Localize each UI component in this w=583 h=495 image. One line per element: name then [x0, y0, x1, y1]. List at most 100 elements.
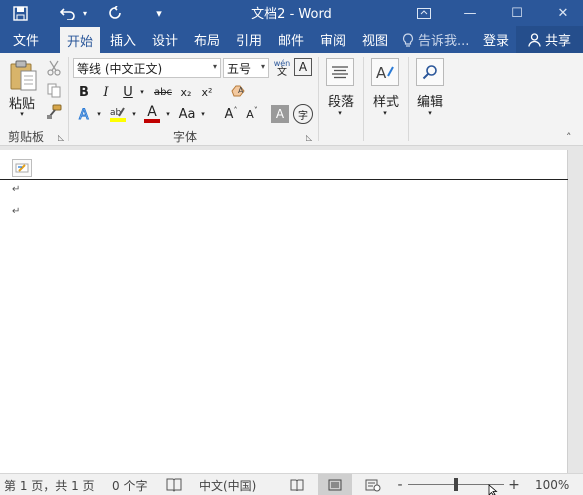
svg-text:A: A — [376, 64, 387, 81]
tab-insert[interactable]: 插入 — [104, 26, 142, 53]
minimize-button[interactable]: — — [450, 0, 490, 26]
editing-button[interactable] — [416, 58, 444, 86]
format-painter-icon[interactable] — [45, 103, 63, 121]
shrink-font-letter: A — [246, 107, 254, 121]
print-layout-icon[interactable] — [318, 474, 352, 495]
text-effects-icon[interactable]: A — [76, 103, 94, 125]
underline-button[interactable]: U — [120, 82, 136, 102]
tab-home[interactable]: 开始 — [60, 26, 100, 53]
tab-mailings[interactable]: 邮件 — [272, 26, 310, 53]
paragraph-mark: ↵ — [12, 184, 21, 195]
text-effects-dropdown-icon[interactable]: ▾ — [94, 103, 104, 125]
word-count[interactable]: 0 个字 — [112, 474, 147, 495]
enclose-characters-button[interactable]: 字 — [293, 104, 313, 124]
styles-button[interactable]: A — [371, 58, 399, 86]
tab-view[interactable]: 视图 — [356, 26, 394, 53]
tab-references[interactable]: 引用 — [230, 26, 268, 53]
format-icon[interactable] — [12, 159, 32, 177]
lightbulb-icon — [402, 32, 414, 47]
editing-dropdown-icon[interactable]: ▾ — [425, 108, 435, 118]
collapse-ribbon-icon[interactable]: ˄ — [566, 131, 572, 144]
group-separator — [363, 57, 364, 141]
tab-layout[interactable]: 布局 — [188, 26, 226, 53]
change-case-dropdown-icon[interactable]: ▾ — [198, 103, 208, 125]
clipboard-group-label: 剪贴板 — [7, 130, 44, 144]
subscript-button[interactable]: x₂ — [177, 82, 195, 102]
tab-file[interactable]: 文件 — [4, 26, 48, 53]
tell-me-box[interactable]: 告诉我... — [402, 26, 469, 53]
tell-me-label: 告诉我... — [418, 34, 470, 49]
italic-button[interactable]: I — [98, 82, 114, 102]
zoom-in-button[interactable]: + — [508, 474, 520, 495]
close-button[interactable]: ✕ — [543, 0, 583, 26]
styles-icon: A — [376, 64, 394, 81]
paragraph-button[interactable] — [326, 58, 354, 86]
status-bar: 第 1 页，共 1 页 0 个字 中文(中国) - + 100% — [0, 473, 583, 495]
group-separator — [318, 57, 319, 141]
character-shading-button[interactable]: A — [271, 105, 289, 123]
font-name-combo[interactable]: 等线 (中文正文) ▾ — [73, 58, 221, 78]
tab-design[interactable]: 设计 — [146, 26, 184, 53]
document-page[interactable]: ↵ ↵ — [0, 150, 568, 473]
document-area: ↵ ↵ — [0, 146, 583, 473]
chevron-down-icon: ▾ — [260, 62, 265, 71]
zoom-slider-thumb[interactable] — [454, 478, 458, 491]
page-count[interactable]: 第 1 页，共 1 页 — [4, 474, 95, 495]
paragraph-icon — [332, 66, 348, 79]
share-button[interactable]: 共享 — [516, 26, 583, 53]
font-group-label: 字体 — [172, 130, 197, 144]
chevron-down-icon: ▾ — [212, 62, 217, 71]
font-name-value: 等线 (中文正文) — [77, 61, 163, 76]
shrink-font-button[interactable]: A ˅ — [243, 103, 261, 125]
underline-dropdown-icon[interactable]: ▾ — [137, 82, 147, 102]
grow-font-button[interactable]: A ˄ — [222, 103, 240, 125]
web-layout-icon[interactable] — [364, 474, 382, 495]
sign-in-link[interactable]: 登录 — [478, 26, 514, 53]
paragraph-mark: ↵ — [12, 206, 21, 217]
read-mode-icon[interactable] — [288, 474, 306, 495]
font-color-dropdown-icon[interactable]: ▾ — [163, 103, 173, 125]
font-size-combo[interactable]: 五号 ▾ — [223, 58, 269, 78]
paste-button[interactable] — [6, 59, 40, 93]
phonetic-guide-button[interactable]: wén 文 — [272, 56, 292, 80]
font-size-value: 五号 — [227, 61, 252, 76]
cut-icon[interactable] — [45, 59, 63, 77]
title-bar: ▾ ▾ 文档2 - Word — ☐ ✕ — [0, 0, 583, 26]
phonetic-bottom-text: 文 — [277, 67, 287, 78]
zoom-out-button[interactable]: - — [395, 474, 405, 495]
font-color-swatch — [144, 119, 160, 123]
mouse-cursor-icon — [488, 484, 498, 495]
change-case-button[interactable]: Aa — [176, 103, 198, 125]
header-border-line — [0, 179, 568, 180]
triangle-up-icon: ˄ — [233, 106, 238, 115]
share-label: 共享 — [544, 34, 571, 49]
character-border-button[interactable]: A — [294, 58, 312, 76]
maximize-button[interactable]: ☐ — [497, 0, 537, 26]
styles-dropdown-icon[interactable]: ▾ — [380, 108, 390, 118]
superscript-button[interactable]: x² — [198, 82, 216, 102]
clipboard-launcher-icon[interactable]: ◺ — [58, 133, 64, 142]
paragraph-dropdown-icon[interactable]: ▾ — [335, 108, 345, 118]
paste-dropdown-icon[interactable]: ▾ — [17, 109, 27, 119]
bold-button[interactable]: B — [76, 82, 92, 102]
svg-text:A: A — [79, 107, 89, 122]
language-indicator[interactable]: 中文(中国) — [199, 474, 256, 495]
group-separator — [68, 57, 69, 141]
grow-font-letter: A — [224, 106, 234, 122]
window-title: 文档2 - Word — [251, 7, 332, 22]
group-separator — [408, 57, 409, 141]
clipboard-icon — [10, 60, 37, 91]
proofing-icon[interactable] — [166, 474, 182, 495]
copy-icon[interactable] — [45, 81, 63, 99]
ribbon-display-options-icon[interactable] — [404, 0, 444, 26]
zoom-level[interactable]: 100% — [535, 474, 569, 495]
triangle-down-icon: ˅ — [253, 106, 258, 115]
highlight-color-icon[interactable]: ab — [108, 103, 128, 125]
font-launcher-icon[interactable]: ◺ — [306, 133, 312, 142]
font-color-button[interactable]: A — [142, 103, 162, 125]
highlight-dropdown-icon[interactable]: ▾ — [129, 103, 139, 125]
search-icon — [422, 65, 437, 80]
strikethrough-button[interactable]: abc — [151, 82, 175, 102]
tab-review[interactable]: 审阅 — [314, 26, 352, 53]
clear-formatting-icon[interactable]: A — [229, 81, 249, 101]
